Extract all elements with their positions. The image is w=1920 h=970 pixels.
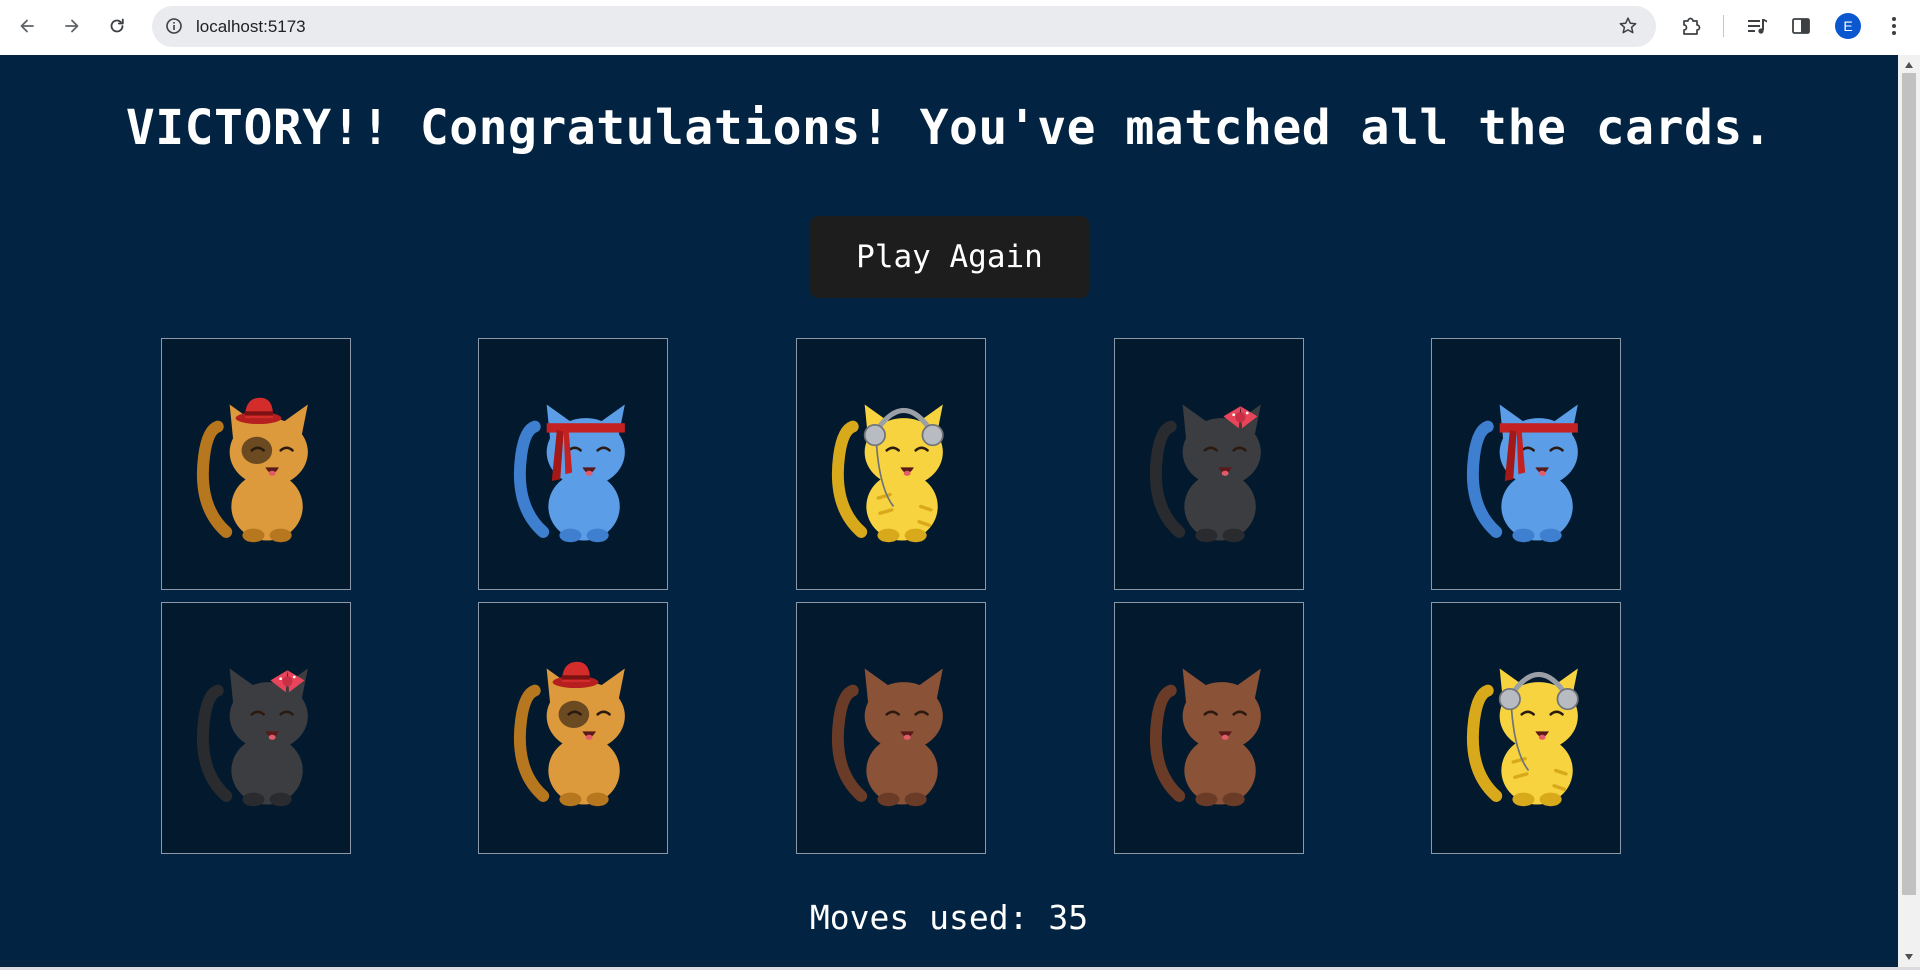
- media-controls-button[interactable]: [1743, 12, 1771, 40]
- gray-cat-pink-bow-image: [181, 643, 331, 813]
- brown-cat-image: [816, 643, 966, 813]
- scroll-up-button[interactable]: [1903, 59, 1915, 71]
- moves-value: 35: [1048, 898, 1089, 937]
- memory-card[interactable]: [478, 602, 668, 854]
- triangle-up-icon: [1905, 62, 1913, 68]
- memory-card[interactable]: [1431, 602, 1621, 854]
- chrome-menu-button[interactable]: [1880, 12, 1908, 40]
- triangle-down-icon: [1905, 954, 1913, 960]
- orange-cat-red-hat-image: [181, 379, 331, 549]
- forward-button[interactable]: [56, 10, 88, 42]
- url-text[interactable]: localhost:5173: [196, 17, 306, 37]
- address-bar[interactable]: localhost:5173: [152, 6, 1656, 47]
- site-info-button[interactable]: [162, 14, 186, 38]
- star-icon: [1619, 17, 1637, 34]
- browser-toolbar: localhost:5173 E: [0, 0, 1920, 55]
- scrollbar-thumb[interactable]: [1902, 73, 1916, 895]
- blue-cat-red-headband-image: [1451, 379, 1601, 549]
- memory-card[interactable]: [1114, 602, 1304, 854]
- reload-icon: [110, 18, 124, 33]
- reload-button[interactable]: [101, 10, 133, 42]
- side-panel-icon: [1792, 18, 1810, 34]
- gray-cat-pink-bow-image: [1134, 379, 1284, 549]
- orange-cat-red-hat-image: [498, 643, 648, 813]
- bookmark-button[interactable]: [1616, 14, 1640, 38]
- memory-card[interactable]: [1114, 338, 1304, 590]
- back-button[interactable]: [11, 10, 43, 42]
- blue-cat-red-headband-image: [498, 379, 648, 549]
- game-page: VICTORY!! Congratulations! You've matche…: [0, 55, 1898, 967]
- memory-card[interactable]: [478, 338, 668, 590]
- memory-card[interactable]: [161, 338, 351, 590]
- toolbar-divider: [1723, 15, 1724, 37]
- side-panel-button[interactable]: [1787, 12, 1815, 40]
- profile-avatar[interactable]: E: [1835, 13, 1861, 39]
- moves-counter: Moves used: 35: [0, 898, 1898, 937]
- memory-card[interactable]: [161, 602, 351, 854]
- kebab-menu-icon: [1892, 17, 1896, 35]
- media-queue-icon: [1748, 19, 1767, 34]
- puzzle-icon: [1683, 17, 1701, 35]
- victory-headline: VICTORY!! Congratulations! You've matche…: [125, 100, 1773, 156]
- memory-card[interactable]: [796, 338, 986, 590]
- memory-card[interactable]: [796, 602, 986, 854]
- play-again-button[interactable]: Play Again: [810, 216, 1089, 298]
- extensions-button[interactable]: [1677, 12, 1705, 40]
- yellow-tiger-cat-headphones-image: [1451, 643, 1601, 813]
- brown-cat-image: [1134, 643, 1284, 813]
- yellow-tiger-cat-headphones-image: [816, 379, 966, 549]
- page-scrollbar[interactable]: [1898, 55, 1920, 967]
- moves-label: Moves used:: [809, 898, 1029, 937]
- arrow-right-icon: [65, 19, 79, 33]
- memory-card[interactable]: [1431, 338, 1621, 590]
- scroll-down-button[interactable]: [1903, 951, 1915, 963]
- arrow-left-icon: [20, 19, 34, 33]
- info-icon: [166, 18, 182, 34]
